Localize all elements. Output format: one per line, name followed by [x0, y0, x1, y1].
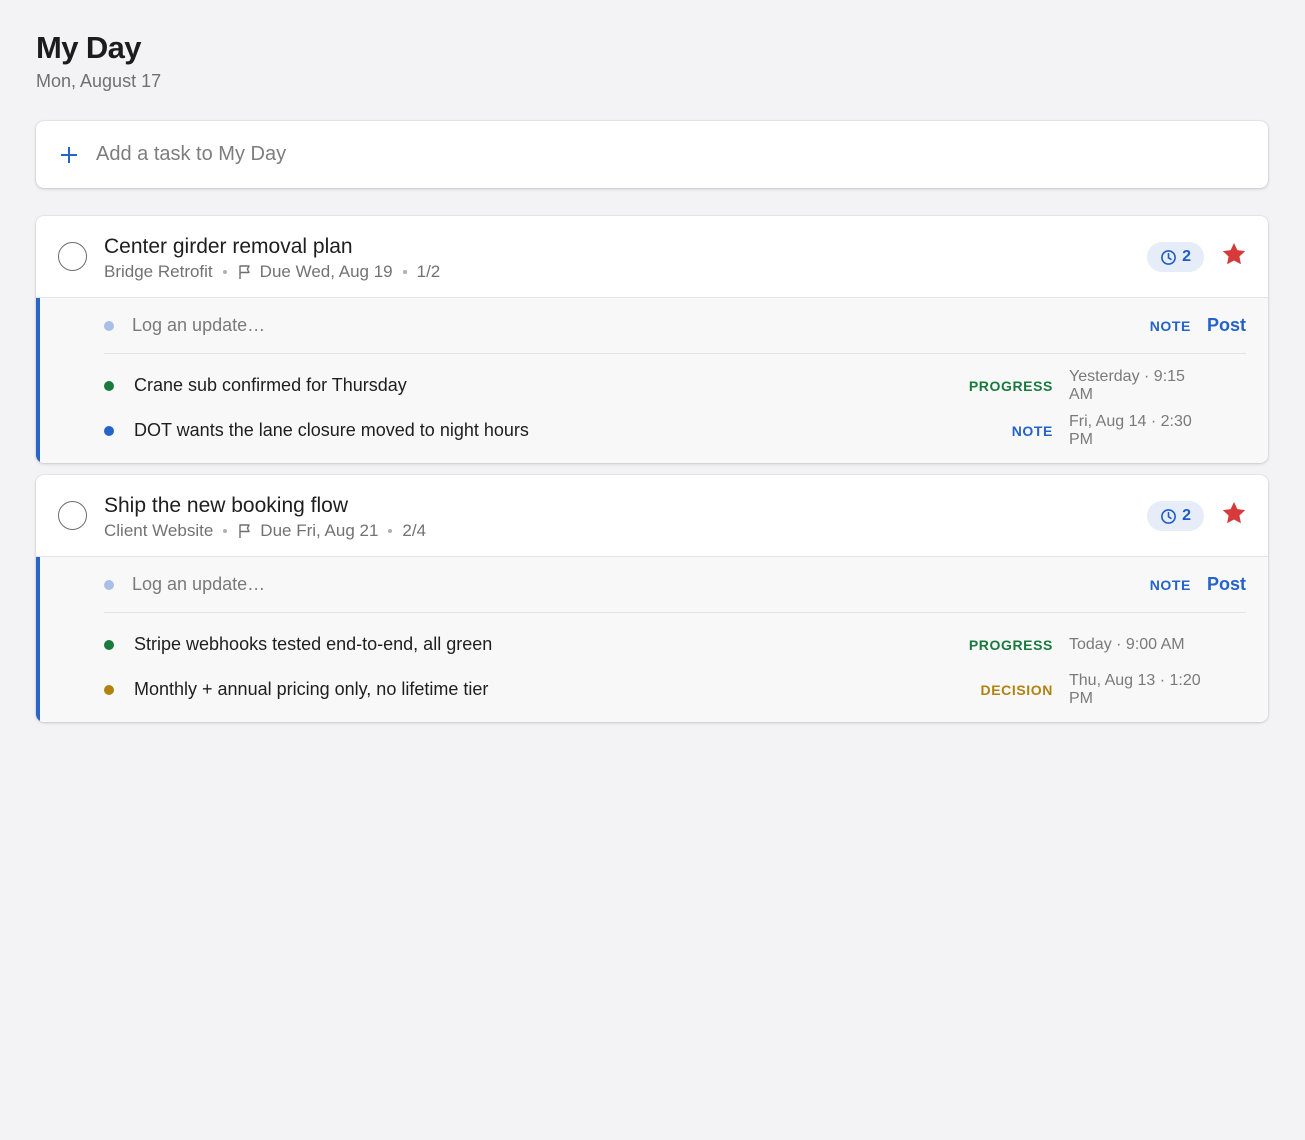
update-count-badge[interactable]: 2: [1147, 501, 1204, 531]
flag-icon: [237, 523, 253, 539]
task-card: Center girder removal plan Bridge Retrof…: [36, 216, 1268, 463]
task-meta: Client Website Due Fri, Aug 21 2/4: [104, 521, 426, 541]
task-header[interactable]: Center girder removal plan Bridge Retrof…: [36, 216, 1268, 298]
update-count: 2: [1182, 248, 1191, 265]
star-icon[interactable]: [1221, 500, 1247, 526]
status-dot: [104, 639, 114, 650]
update-count: 2: [1182, 507, 1191, 524]
updates-panel: NOTE Post Crane sub confirmed for Thursd…: [36, 298, 1268, 463]
log-update-row: NOTE Post: [104, 557, 1246, 613]
update-item: Monthly + annual pricing only, no lifeti…: [104, 667, 1246, 712]
task-header[interactable]: Ship the new booking flow Client Website…: [36, 475, 1268, 557]
log-update-input[interactable]: [132, 574, 1150, 595]
page-date: Mon, August 17: [36, 71, 162, 91]
star-icon[interactable]: [1221, 241, 1247, 267]
add-task-bar[interactable]: [36, 121, 1268, 188]
add-task-input[interactable]: [96, 143, 1268, 166]
update-text: Monthly + annual pricing only, no lifeti…: [134, 679, 489, 699]
update-type-select[interactable]: NOTE: [1150, 318, 1191, 334]
update-item: Stripe webhooks tested end-to-end, all g…: [104, 622, 1246, 667]
post-button[interactable]: Post: [1207, 574, 1246, 595]
status-dot: [104, 684, 114, 695]
clock-icon: [1161, 508, 1177, 524]
task-due: Due Wed, Aug 19: [259, 262, 393, 281]
update-item: Crane sub confirmed for Thursday PROGRES…: [104, 363, 1246, 408]
log-dot: [104, 579, 114, 590]
update-list: Crane sub confirmed for Thursday PROGRES…: [104, 354, 1246, 463]
log-dot: [104, 320, 114, 331]
separator-dot: [223, 529, 228, 533]
task-due: Due Fri, Aug 21: [260, 521, 379, 540]
update-timestamp: Today · 9:00 AM: [1069, 635, 1185, 653]
my-day-page: My Day Mon, August 17 Center girder remo…: [0, 0, 1305, 722]
update-type-label: DECISION: [980, 681, 1053, 698]
separator-dot: [388, 529, 393, 533]
update-type-label: NOTE: [1011, 422, 1053, 439]
update-text: Stripe webhooks tested end-to-end, all g…: [134, 634, 493, 654]
clock-icon: [1161, 249, 1177, 265]
task-steps: 1/2: [416, 262, 441, 281]
update-type-label: PROGRESS: [968, 636, 1053, 653]
page-title: My Day: [36, 30, 142, 65]
task-title[interactable]: Ship the new booking flow: [104, 493, 348, 519]
complete-checkbox[interactable]: [58, 501, 87, 530]
task-card: Ship the new booking flow Client Website…: [36, 475, 1268, 722]
update-list: Stripe webhooks tested end-to-end, all g…: [104, 613, 1246, 722]
update-text: DOT wants the lane closure moved to nigh…: [134, 420, 529, 440]
flag-icon: [237, 264, 253, 280]
task-meta: Bridge Retrofit Due Wed, Aug 19 1/2: [104, 262, 440, 282]
complete-checkbox[interactable]: [58, 242, 87, 271]
log-update-row: NOTE Post: [104, 298, 1246, 354]
status-dot: [104, 425, 114, 436]
update-item: DOT wants the lane closure moved to nigh…: [104, 408, 1246, 453]
update-type-label: PROGRESS: [968, 377, 1053, 394]
plus-icon[interactable]: [60, 146, 78, 164]
status-dot: [104, 380, 114, 391]
update-type-select[interactable]: NOTE: [1150, 577, 1191, 593]
update-timestamp: Fri, Aug 14 · 2:30 PM: [1069, 412, 1192, 448]
task-steps: 2/4: [402, 521, 427, 540]
update-count-badge[interactable]: 2: [1147, 242, 1204, 272]
separator-dot: [402, 270, 407, 274]
separator-dot: [222, 270, 227, 274]
task-title[interactable]: Center girder removal plan: [104, 234, 353, 260]
update-timestamp: Thu, Aug 13 · 1:20 PM: [1069, 671, 1201, 707]
task-project: Bridge Retrofit: [104, 262, 213, 281]
log-update-input[interactable]: [132, 315, 1150, 336]
update-timestamp: Yesterday · 9:15 AM: [1069, 367, 1185, 403]
update-text: Crane sub confirmed for Thursday: [134, 375, 407, 395]
post-button[interactable]: Post: [1207, 315, 1246, 336]
task-project: Client Website: [104, 521, 214, 540]
updates-panel: NOTE Post Stripe webhooks tested end-to-…: [36, 557, 1268, 722]
